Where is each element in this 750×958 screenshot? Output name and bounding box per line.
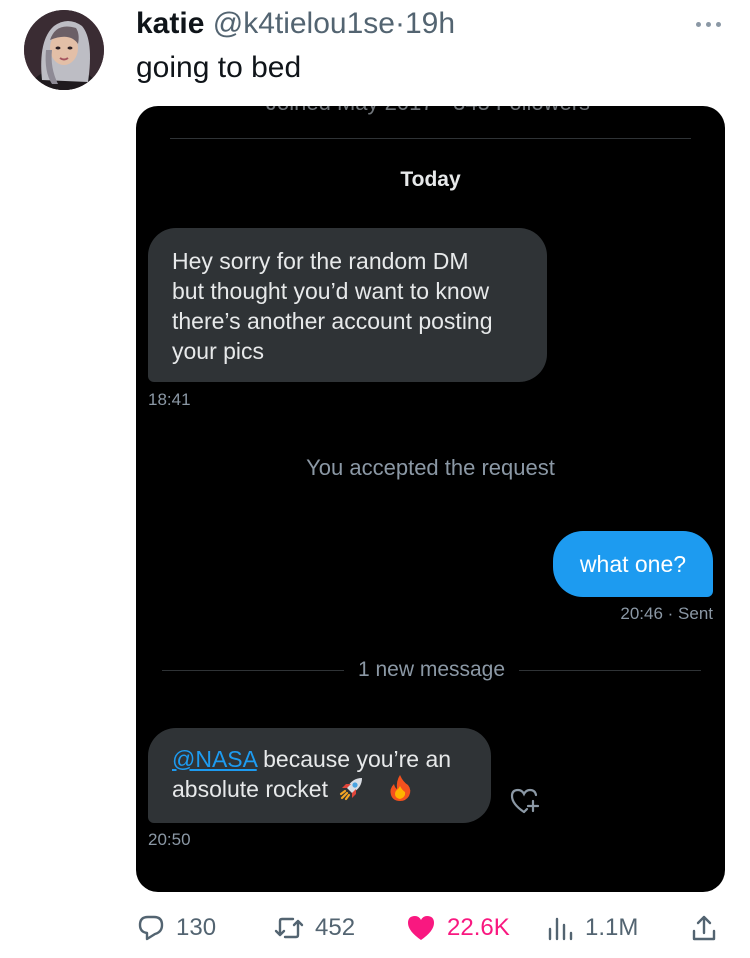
message-line: but thought you’d want to know [172,278,490,304]
message-line: your pics [172,338,265,364]
new-message-label: 1 new message [357,658,506,681]
repost-icon [274,917,304,939]
message-timestamp: 20:50 [148,830,191,849]
repost-count: 452 [315,914,356,941]
user-handle[interactable]: @k4tielou1se [213,7,395,40]
fire-emoji [390,775,411,801]
outgoing-message: what one? [553,531,713,597]
incoming-message: Hey sorry for the random DM but thought … [148,228,547,382]
like-button[interactable]: 22.6K [405,908,510,948]
cut-off-profile-text: Joined May 2017 · 345 Followers [266,106,590,116]
avatar-photo [24,10,104,90]
share-icon [692,915,716,941]
more-icon[interactable] [688,14,728,34]
reply-count: 130 [176,914,217,941]
day-label: Today [400,168,461,191]
reply-icon [138,915,164,941]
sent-timestamp: 20:46 · Sent [620,604,713,623]
message-text: because you’re an [256,746,452,772]
message-timestamp: 18:41 [148,390,191,409]
separator-dot: · [394,7,405,40]
display-name[interactable]: katie [136,7,204,40]
avatar[interactable] [24,10,104,90]
message-line: Hey sorry for the random DM [172,248,469,274]
message-line: there’s another account posting [172,308,493,334]
message-text: absolute rocket [172,776,328,802]
share-button[interactable] [689,908,719,948]
repost-button[interactable]: 452 [273,908,355,948]
tweet-actions: 130 452 22.6K 1.1M [136,908,736,948]
views-icon [548,917,573,941]
system-message: You accepted the request [306,455,555,480]
heart-plus-icon[interactable] [508,786,540,816]
like-count: 22.6K [447,914,510,941]
reply-button[interactable]: 130 [136,908,216,948]
top-divider [170,138,691,139]
rocket-emoji [340,778,363,801]
divider-line [519,669,701,671]
mention-link[interactable]: @NASA [172,746,257,772]
like-icon [408,916,434,940]
tweet-time[interactable]: 19h [405,7,455,40]
new-message-divider: 1 new message [162,658,701,682]
tweet-header: katie @k4tielou1se·19h [136,6,455,42]
views-count: 1.1M [585,914,639,941]
tweet-text: going to bed [136,51,302,84]
incoming-message: @NASA because you’re an absolute rocket [148,728,491,823]
divider-line [162,669,344,671]
tweet-media-image[interactable]: Joined May 2017 · 345 Followers Today He… [136,106,725,892]
views-button[interactable]: 1.1M [545,908,638,948]
